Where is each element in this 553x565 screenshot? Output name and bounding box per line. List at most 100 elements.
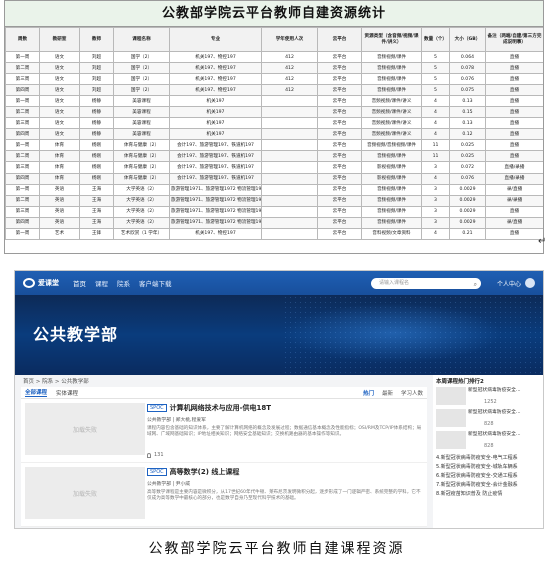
hot-courses-title: 本周课程热门排行2	[436, 379, 484, 385]
table-cell: 音频视频/课件	[361, 84, 422, 97]
sort-hot[interactable]: 热门	[363, 389, 374, 397]
site-logo[interactable]: 爱课堂	[23, 278, 59, 288]
table-cell: 云平台	[317, 117, 362, 130]
hot-course-card[interactable]: 新型冠状病毒防疫安全... 828	[436, 409, 540, 429]
hot-course-list-item[interactable]: 8.新冠疫苗知识普及 防止疫情	[433, 489, 543, 498]
table-cell: 音频视频/课件	[361, 216, 422, 229]
table-cell: 机关197、物控197	[169, 50, 262, 64]
table-cell: 会计197、旅游管理197、铁道机197	[169, 150, 262, 163]
nav-departments[interactable]: 院系	[117, 278, 130, 288]
user-center-menu[interactable]: 个人中心	[497, 278, 535, 288]
top-navbar: 爱课堂 首页 课程 院系 客户端下载 请输入课程名 ⌕ 个人中心	[15, 271, 543, 295]
table-cell: 英语	[39, 194, 80, 207]
table-cell: 0.064	[449, 50, 486, 64]
table-cell: 云平台	[317, 172, 362, 185]
table-cell: 音料视频/文章资料	[361, 227, 422, 240]
hot-course-list-item[interactable]: 7.新型冠状病毒防疫安全-会计金融系	[433, 480, 543, 489]
hot-course-thumbnail[interactable]	[436, 431, 466, 449]
avatar[interactable]	[525, 278, 535, 288]
table-body: 第一周 语文 刘超 国学（2） 机关197、物控197 412 云平台 音频视频/课件 5 0.0…	[5, 50, 543, 240]
course-title[interactable]: 高等数学(2) 线上课程	[170, 467, 240, 477]
nav-client-download[interactable]: 客户端下载	[139, 278, 172, 288]
table-row: 第二周 英语 王海 大学英语（2） 旅游管理1971、旅游管理1972 物流管理1971…	[5, 194, 543, 207]
table-cell: 云平台	[317, 62, 362, 75]
hot-course-thumbnail[interactable]	[436, 409, 466, 427]
table-cell: 第二周	[5, 106, 40, 119]
table-cell	[261, 205, 318, 218]
sort-latest[interactable]: 最新	[382, 389, 393, 397]
table-cell: 直播	[485, 128, 543, 141]
table-row: 第一周 艺术 王锋 艺术欣赏（1 学年） 机关197、物控197 云平台 音料视频/文章资料…	[5, 227, 543, 240]
table-cell: 杨刚	[79, 172, 114, 185]
hot-course-name[interactable]: 新型冠状病毒防疫安全...	[468, 432, 543, 438]
table-cell: 直播	[485, 227, 543, 240]
table-cell: 第四周	[5, 172, 40, 185]
course-card[interactable]: 加载失败 SPOC 高等数学(2) 线上课程 公共教学部 | 尹小威 高等数学课…	[21, 463, 427, 527]
table-cell: 云平台	[317, 73, 362, 86]
learner-count-value: 131	[154, 452, 164, 458]
table-cell: 云平台	[317, 161, 362, 174]
hot-course-card[interactable]: 新型冠状病毒防疫安全... 828	[436, 431, 540, 451]
table-cell: 直播	[485, 117, 543, 130]
table-cell: 音频视频/音频视频/课件	[361, 139, 422, 152]
hot-course-name[interactable]: 新型冠状病毒防疫安全...	[468, 388, 543, 394]
hot-course-list-item[interactable]: 4.新型冠状病毒防疫安全-电气工程系	[433, 453, 543, 462]
table-cell	[261, 95, 318, 108]
hot-course-thumbnail[interactable]	[436, 387, 466, 405]
table-cell: 国学（2）	[113, 50, 170, 64]
course-title[interactable]: 计算机网络技术与应用-供电18T	[170, 403, 271, 413]
table-cell: 体育	[39, 172, 80, 185]
course-thumbnail[interactable]: 加载失败	[25, 403, 145, 455]
figure-caption: 公教部学院云平台教师自建课程资源	[148, 541, 405, 557]
logo-icon	[23, 278, 35, 288]
search-icon[interactable]: ⌕	[474, 279, 477, 290]
table-cell: 11	[421, 139, 450, 152]
course-thumbnail[interactable]: 加载失败	[25, 467, 145, 519]
hot-course-name[interactable]: 新型冠状病毒防疫安全...	[468, 410, 543, 416]
table-cell: 直播	[485, 62, 543, 75]
table-cell: 杨静	[79, 128, 114, 141]
document-page: 公教部学院云平台教师自建资源统计 周数 教研室 教师 课程名称 专业 学年使用人次 云平台资…	[0, 0, 553, 565]
course-meta: 公共教学部 | 尹小威	[147, 482, 191, 487]
column-header: 数量（个）	[421, 27, 450, 52]
table-cell: 会计197、旅游管理197、铁道机197	[169, 172, 262, 185]
table-cell: 5	[421, 84, 450, 97]
table-cell: 0.21	[449, 227, 486, 240]
tab-physical-courses[interactable]: 实体课程	[56, 389, 78, 397]
table-row: 第三周 语文 杨静 美容课程 机关197 云平台 音频视频/课件/讲义 4 0.13 直播	[5, 117, 543, 130]
table-cell: 5	[421, 62, 450, 75]
table-cell: 0.075	[449, 84, 486, 97]
table-cell: 5	[421, 50, 450, 64]
search-input[interactable]: 请输入课程名 ⌕	[370, 277, 481, 290]
table-cell: 云平台	[317, 150, 362, 163]
table-cell: 杨刚	[79, 161, 114, 174]
platform-screenshot: 爱课堂 首页 课程 院系 客户端下载 请输入课程名 ⌕ 个人中心 公共教学部 首…	[14, 270, 544, 529]
course-tabs: 全部课程 实体课程 热门 最新 学习人数	[21, 387, 427, 399]
column-header: 资源类型（含音频/视频/课件/讲义）	[361, 27, 422, 52]
column-header: 大小（GB）	[449, 27, 486, 52]
sort-learners[interactable]: 学习人数	[401, 389, 423, 397]
table-cell: 云平台	[317, 183, 362, 196]
course-description: 课程内容包含基础的知识体系，主要了解计算机网络的概念及发展过程；数据通信基本概念…	[147, 426, 422, 437]
resource-statistics-table: 周数 教研室 教师 课程名称 专业 学年使用人次 云平台 资源类型（含音频/视频/课件/讲义）…	[5, 27, 543, 240]
hot-course-card[interactable]: 新型冠状病毒防疫安全... 1252	[436, 387, 540, 407]
table-cell: 体育与健康（2）	[113, 172, 170, 185]
table-cell: 0.025	[449, 150, 486, 163]
table-cell: 大学英语（2）	[113, 194, 170, 207]
table-cell: 3	[421, 183, 450, 196]
table-cell: 音频视频/课件	[361, 205, 422, 218]
course-meta: 公共教学部 | 郑大桃,程爱军	[147, 418, 206, 423]
hot-course-list-item[interactable]: 5.新型冠状病毒防疫安全-城轨车辆系	[433, 462, 543, 471]
search-placeholder: 请输入课程名	[378, 279, 409, 286]
table-cell	[261, 139, 318, 152]
course-card[interactable]: 加载失败 SPOC 计算机网络技术与应用-供电18T 公共教学部 | 郑大桃,程…	[21, 399, 427, 463]
nav-courses[interactable]: 课程	[95, 278, 108, 288]
table-cell: 英语	[39, 205, 80, 218]
table-cell: 机关197	[169, 128, 262, 141]
tab-all-courses[interactable]: 全部课程	[25, 388, 48, 397]
breadcrumb[interactable]: 首页 > 院系 > 公共教学部	[23, 377, 89, 385]
nav-home[interactable]: 首页	[73, 278, 86, 288]
hot-course-list-item[interactable]: 6.新型冠状病毒防疫安全-交通工程系	[433, 471, 543, 480]
table-title: 公教部学院云平台教师自建资源统计	[5, 1, 543, 27]
course-learner-count: 131	[147, 452, 164, 458]
